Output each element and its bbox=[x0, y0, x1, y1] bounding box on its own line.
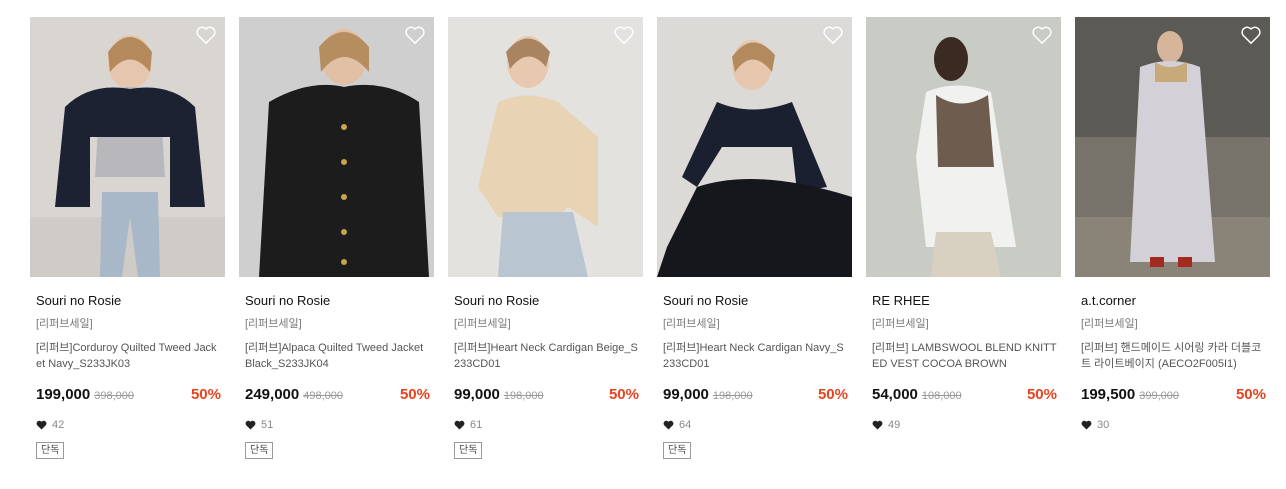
product-name[interactable]: [리퍼브]Heart Neck Cardigan Beige_S233CD01 bbox=[448, 340, 643, 372]
product-brand[interactable]: Souri no Rosie bbox=[30, 293, 225, 309]
sale-price: 99,000 bbox=[663, 386, 709, 403]
product-image[interactable] bbox=[1075, 17, 1270, 277]
like-count-row: 51 bbox=[239, 418, 434, 432]
wishlist-heart-icon[interactable] bbox=[822, 25, 844, 45]
product-image[interactable] bbox=[239, 17, 434, 277]
original-price: 198,000 bbox=[712, 390, 753, 402]
product-card[interactable]: Souri no Rosie [리퍼브세일] [리퍼브]Heart Neck C… bbox=[448, 17, 643, 459]
product-brand[interactable]: RE RHEE bbox=[866, 293, 1061, 309]
heart-filled-icon bbox=[663, 420, 674, 430]
product-photo bbox=[1075, 17, 1270, 277]
sale-price: 199,000 bbox=[36, 386, 91, 403]
product-name[interactable]: [리퍼브]Corduroy Quilted Tweed Jacket Navy_… bbox=[30, 340, 225, 372]
discount-rate: 50% bbox=[1235, 386, 1266, 403]
product-grid: Souri no Rosie [리퍼브세일] [리퍼브]Corduroy Qui… bbox=[30, 17, 1270, 459]
product-card[interactable]: Souri no Rosie [리퍼브세일] [리퍼브]Alpaca Quilt… bbox=[239, 17, 434, 459]
original-price: 198,000 bbox=[503, 390, 544, 402]
product-sale-tag: [리퍼브세일] bbox=[245, 318, 302, 330]
product-brand[interactable]: a.t.corner bbox=[1075, 293, 1270, 309]
like-count-row: 42 bbox=[30, 418, 225, 432]
sale-price: 199,500 bbox=[1081, 386, 1136, 403]
like-count: 42 bbox=[52, 419, 65, 431]
like-count: 51 bbox=[261, 419, 274, 431]
product-brand[interactable]: Souri no Rosie bbox=[239, 293, 434, 309]
like-count: 49 bbox=[888, 419, 901, 431]
wishlist-heart-icon[interactable] bbox=[195, 25, 217, 45]
product-card[interactable]: RE RHEE [리퍼브세일] [리퍼브] LAMBSWOOL BLEND KN… bbox=[866, 17, 1061, 459]
price-row: 199,500 399,000 50% bbox=[1075, 386, 1270, 406]
discount-rate: 50% bbox=[399, 386, 430, 403]
sale-price: 54,000 bbox=[872, 386, 918, 403]
product-name[interactable]: [리퍼브] 핸드메이드 시어링 카라 더블코트 라이트베이지 (AECO2F00… bbox=[1075, 340, 1270, 372]
product-card[interactable]: Souri no Rosie [리퍼브세일] [리퍼브]Heart Neck C… bbox=[657, 17, 852, 459]
like-count-row: 49 bbox=[866, 418, 1061, 432]
exclusive-badge: 단독 bbox=[663, 442, 692, 459]
original-price: 108,000 bbox=[921, 390, 962, 402]
like-count-row: 61 bbox=[448, 418, 643, 432]
product-photo bbox=[30, 17, 225, 277]
original-price: 398,000 bbox=[94, 390, 134, 402]
product-sale-tag: [리퍼브세일] bbox=[663, 318, 720, 330]
discount-rate: 50% bbox=[1026, 386, 1057, 403]
like-count: 61 bbox=[470, 419, 483, 431]
price-row: 99,000 198,000 50% bbox=[657, 386, 852, 406]
wishlist-heart-icon[interactable] bbox=[404, 25, 426, 45]
product-sale-tag: [리퍼브세일] bbox=[454, 318, 511, 330]
product-photo bbox=[866, 17, 1061, 277]
product-name[interactable]: [리퍼브]Heart Neck Cardigan Navy_S233CD01 bbox=[657, 340, 852, 372]
heart-filled-icon bbox=[1081, 420, 1092, 430]
price-row: 54,000 108,000 50% bbox=[866, 386, 1061, 406]
product-photo bbox=[239, 17, 434, 277]
product-card[interactable]: Souri no Rosie [리퍼브세일] [리퍼브]Corduroy Qui… bbox=[30, 17, 225, 459]
heart-filled-icon bbox=[245, 420, 256, 430]
heart-filled-icon bbox=[36, 420, 47, 430]
discount-rate: 50% bbox=[608, 386, 639, 403]
like-count: 64 bbox=[679, 419, 692, 431]
wishlist-heart-icon[interactable] bbox=[1240, 25, 1262, 45]
exclusive-badge: 단독 bbox=[36, 442, 65, 459]
discount-rate: 50% bbox=[190, 386, 221, 403]
wishlist-heart-icon[interactable] bbox=[1031, 25, 1053, 45]
product-sale-tag: [리퍼브세일] bbox=[872, 318, 929, 330]
product-brand[interactable]: Souri no Rosie bbox=[448, 293, 643, 309]
product-name[interactable]: [리퍼브]Alpaca Quilted Tweed Jacket Black_S… bbox=[239, 340, 434, 372]
product-image[interactable] bbox=[448, 17, 643, 277]
product-image[interactable] bbox=[866, 17, 1061, 277]
exclusive-badge: 단독 bbox=[245, 442, 274, 459]
original-price: 399,000 bbox=[1139, 390, 1179, 402]
exclusive-badge: 단독 bbox=[454, 442, 483, 459]
product-image[interactable] bbox=[657, 17, 852, 277]
heart-filled-icon bbox=[454, 420, 465, 430]
sale-price: 99,000 bbox=[454, 386, 500, 403]
price-row: 249,000 498,000 50% bbox=[239, 386, 434, 406]
product-image[interactable] bbox=[30, 17, 225, 277]
sale-price: 249,000 bbox=[245, 386, 300, 403]
like-count-row: 30 bbox=[1075, 418, 1270, 432]
product-card[interactable]: a.t.corner [리퍼브세일] [리퍼브] 핸드메이드 시어링 카라 더블… bbox=[1075, 17, 1270, 459]
like-count: 30 bbox=[1097, 419, 1110, 431]
discount-rate: 50% bbox=[817, 386, 848, 403]
like-count-row: 64 bbox=[657, 418, 852, 432]
wishlist-heart-icon[interactable] bbox=[613, 25, 635, 45]
product-sale-tag: [리퍼브세일] bbox=[36, 318, 93, 330]
product-sale-tag: [리퍼브세일] bbox=[1081, 318, 1138, 330]
product-name[interactable]: [리퍼브] LAMBSWOOL BLEND KNITTED VEST COCOA… bbox=[866, 340, 1061, 372]
original-price: 498,000 bbox=[303, 390, 343, 402]
price-row: 99,000 198,000 50% bbox=[448, 386, 643, 406]
product-photo bbox=[448, 17, 643, 277]
product-brand[interactable]: Souri no Rosie bbox=[657, 293, 852, 309]
heart-filled-icon bbox=[872, 420, 883, 430]
price-row: 199,000 398,000 50% bbox=[30, 386, 225, 406]
product-photo bbox=[657, 17, 852, 277]
